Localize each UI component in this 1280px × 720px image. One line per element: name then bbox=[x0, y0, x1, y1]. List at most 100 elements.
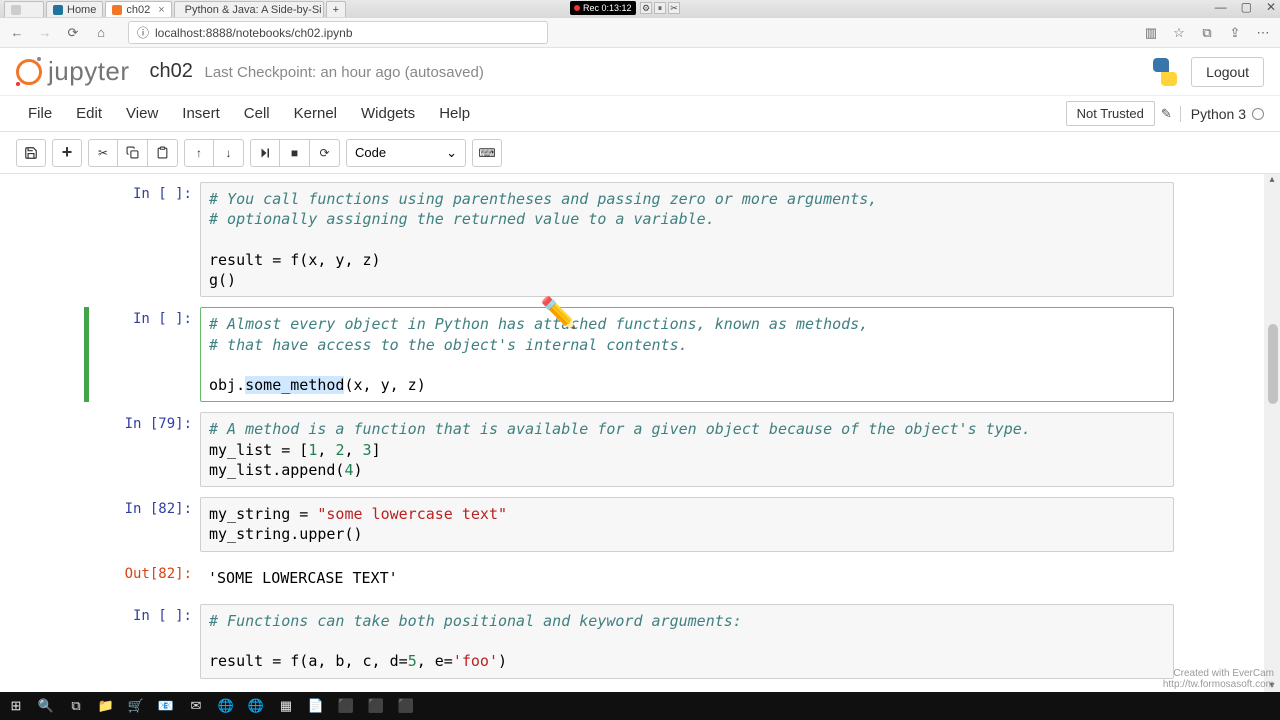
add-cell-button[interactable]: + bbox=[52, 139, 82, 167]
code-cell[interactable]: In [ ]:# You call functions using parent… bbox=[90, 182, 1174, 297]
input-prompt: In [82]: bbox=[90, 497, 200, 552]
notebook-area[interactable]: In [ ]:# You call functions using parent… bbox=[0, 174, 1264, 692]
cell-type-select[interactable]: Code ⌄ bbox=[346, 139, 466, 167]
checkpoint-text: Last Checkpoint: an hour ago (autosaved) bbox=[204, 64, 483, 81]
menu-cell[interactable]: Cell bbox=[232, 99, 282, 128]
windows-taskbar[interactable]: ⊞ 🔍 ⧉ 📁 🛒 📧 ✉ 🌐 🌐 ▦ 📄 ⬛ ⬛ ⬛ bbox=[0, 692, 1280, 720]
code-editor[interactable]: # A method is a function that is availab… bbox=[200, 412, 1174, 487]
pencil-icon[interactable]: ✎ bbox=[1161, 106, 1172, 122]
taskbar-icon[interactable]: 🛒 bbox=[126, 696, 146, 716]
menu-widgets[interactable]: Widgets bbox=[349, 99, 427, 128]
browser-tab-strip: Home ch02× Python & Java: A Side-by-Si +… bbox=[0, 0, 1280, 18]
window-controls[interactable]: — ▢ ✕ bbox=[1215, 0, 1276, 14]
chevron-down-icon: ⌄ bbox=[446, 145, 457, 161]
tab-label: Python & Java: A Side-by-Si bbox=[185, 4, 322, 16]
vertical-scrollbar[interactable]: ▴ ▾ bbox=[1264, 174, 1280, 692]
refresh-icon[interactable]: ⟳ bbox=[66, 25, 80, 41]
more-icon[interactable]: ⋯ bbox=[1256, 25, 1270, 41]
taskbar-icon[interactable]: ⬛ bbox=[396, 696, 416, 716]
maximize-icon[interactable]: ▢ bbox=[1241, 0, 1252, 14]
new-tab-button[interactable]: + bbox=[326, 1, 346, 17]
output-area: 'SOME LOWERCASE TEXT' bbox=[200, 562, 1174, 594]
browser-tab[interactable] bbox=[4, 1, 44, 17]
notebook-title[interactable]: ch02 Last Checkpoint: an hour ago (autos… bbox=[150, 60, 484, 83]
recorder-controls[interactable]: ⚙⏸✂ bbox=[640, 2, 680, 14]
forward-icon[interactable]: → bbox=[38, 25, 52, 40]
input-prompt: In [ ]: bbox=[90, 604, 200, 679]
star-icon[interactable]: ☆ bbox=[1172, 25, 1186, 41]
back-icon[interactable]: ← bbox=[10, 25, 24, 40]
code-cell[interactable]: In [ ]:# Almost every object in Python h… bbox=[90, 307, 1174, 402]
copy-button[interactable] bbox=[118, 139, 148, 167]
url-input[interactable]: ⓘ localhost:8888/notebooks/ch02.ipynb bbox=[128, 21, 548, 44]
scroll-up-icon[interactable]: ▴ bbox=[1266, 174, 1278, 186]
jupyter-toolbar: + ✂ ↑ ↓ ■ ⟳ Code ⌄ ⌨ bbox=[0, 132, 1280, 174]
jupyter-logo[interactable]: jupyter bbox=[16, 56, 130, 87]
taskbar-icon[interactable]: 🌐 bbox=[216, 696, 236, 716]
taskbar-icon[interactable]: ✉ bbox=[186, 696, 206, 716]
jupyter-menubar: File Edit View Insert Cell Kernel Widget… bbox=[0, 96, 1280, 132]
code-cell[interactable]: In [ ]:# Functions can take both positio… bbox=[90, 604, 1174, 679]
taskbar-icon[interactable]: 📁 bbox=[96, 696, 116, 716]
kernel-idle-icon bbox=[1252, 108, 1264, 120]
not-trusted-button[interactable]: Not Trusted bbox=[1066, 101, 1155, 126]
move-down-button[interactable]: ↓ bbox=[214, 139, 244, 167]
code-editor[interactable]: my_string = "some lowercase text" my_str… bbox=[200, 497, 1174, 552]
logout-button[interactable]: Logout bbox=[1191, 57, 1264, 87]
python-logo-icon bbox=[1149, 56, 1181, 88]
close-icon[interactable]: × bbox=[158, 4, 164, 16]
taskbar-icon[interactable]: 🌐 bbox=[246, 696, 266, 716]
browser-tab-home[interactable]: Home bbox=[46, 1, 103, 17]
browser-tab-ch02[interactable]: ch02× bbox=[105, 1, 171, 17]
taskbar-icon[interactable]: ⧉ bbox=[66, 696, 86, 716]
tab-label: Home bbox=[67, 4, 96, 16]
code-cell[interactable]: In [79]:# A method is a function that is… bbox=[90, 412, 1174, 487]
reader-icon[interactable]: ▥ bbox=[1144, 25, 1158, 41]
browser-tab-python-java[interactable]: Python & Java: A Side-by-Si bbox=[174, 1, 324, 17]
save-button[interactable] bbox=[16, 139, 46, 167]
taskbar-icon[interactable]: ▦ bbox=[276, 696, 296, 716]
taskbar-icon[interactable]: 🔍 bbox=[36, 696, 56, 716]
code-editor[interactable]: # You call functions using parentheses a… bbox=[200, 182, 1174, 297]
move-up-button[interactable]: ↑ bbox=[184, 139, 214, 167]
menu-help[interactable]: Help bbox=[427, 99, 482, 128]
cut-button[interactable]: ✂ bbox=[88, 139, 118, 167]
command-palette-button[interactable]: ⌨ bbox=[472, 139, 502, 167]
stop-button[interactable]: ■ bbox=[280, 139, 310, 167]
output-prompt: Out[82]: bbox=[90, 562, 200, 594]
taskbar-icon[interactable]: ⬛ bbox=[336, 696, 356, 716]
input-prompt: In [ ]: bbox=[90, 182, 200, 297]
url-text: localhost:8888/notebooks/ch02.ipynb bbox=[155, 26, 352, 40]
menu-kernel[interactable]: Kernel bbox=[282, 99, 349, 128]
input-prompt: In [ ]: bbox=[90, 307, 200, 402]
paste-button[interactable] bbox=[148, 139, 178, 167]
watermark: Created with EverCam http://tw.formosaso… bbox=[1163, 668, 1274, 690]
sidebar-icon[interactable]: ⧉ bbox=[1200, 25, 1214, 41]
info-icon: ⓘ bbox=[137, 24, 149, 41]
home-icon[interactable]: ⌂ bbox=[94, 25, 108, 40]
kernel-indicator[interactable]: Python 3 bbox=[1180, 106, 1264, 122]
menu-insert[interactable]: Insert bbox=[170, 99, 232, 128]
minimize-icon[interactable]: — bbox=[1215, 0, 1227, 14]
code-editor[interactable]: # Functions can take both positional and… bbox=[200, 604, 1174, 679]
screen-recorder-badge: Rec 0:13:12 bbox=[570, 1, 636, 15]
taskbar-icon[interactable]: 📧 bbox=[156, 696, 176, 716]
run-button[interactable] bbox=[250, 139, 280, 167]
menu-file[interactable]: File bbox=[16, 99, 64, 128]
input-prompt: In [79]: bbox=[90, 412, 200, 487]
browser-nav-bar: ← → ⟳ ⌂ ⓘ localhost:8888/notebooks/ch02.… bbox=[0, 18, 1280, 48]
scroll-thumb[interactable] bbox=[1268, 324, 1278, 404]
taskbar-icon[interactable]: ⬛ bbox=[366, 696, 386, 716]
jupyter-header: jupyter ch02 Last Checkpoint: an hour ag… bbox=[0, 48, 1280, 96]
share-icon[interactable]: ⇪ bbox=[1228, 25, 1242, 41]
menu-view[interactable]: View bbox=[114, 99, 170, 128]
taskbar-icon[interactable]: 📄 bbox=[306, 696, 326, 716]
code-editor[interactable]: # Almost every object in Python has atta… bbox=[200, 307, 1174, 402]
menu-edit[interactable]: Edit bbox=[64, 99, 114, 128]
close-window-icon[interactable]: ✕ bbox=[1266, 0, 1276, 14]
taskbar-icon[interactable]: ⊞ bbox=[6, 696, 26, 716]
code-cell[interactable]: In [82]:my_string = "some lowercase text… bbox=[90, 497, 1174, 552]
output-cell[interactable]: Out[82]:'SOME LOWERCASE TEXT' bbox=[90, 562, 1174, 594]
jupyter-icon bbox=[16, 59, 42, 85]
restart-button[interactable]: ⟳ bbox=[310, 139, 340, 167]
